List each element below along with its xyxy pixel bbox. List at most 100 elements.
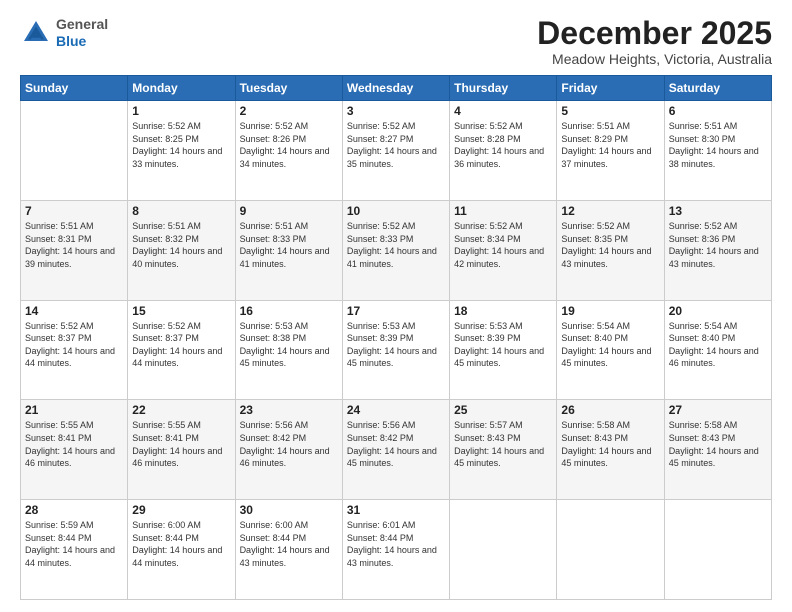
day-info-w2-d2: Sunrise: 5:53 AMSunset: 8:38 PMDaylight:… [240,320,338,370]
cell-w1-d3: 10 Sunrise: 5:52 AMSunset: 8:33 PMDayligh… [342,200,449,300]
day-info-w2-d4: Sunrise: 5:53 AMSunset: 8:39 PMDaylight:… [454,320,552,370]
day-number-w1-d3: 10 [347,204,445,218]
day-number-w2-d2: 16 [240,304,338,318]
cell-w3-d2: 23 Sunrise: 5:56 AMSunset: 8:42 PMDayligh… [235,400,342,500]
cell-w4-d0: 28 Sunrise: 5:59 AMSunset: 8:44 PMDayligh… [21,500,128,600]
day-info-w4-d2: Sunrise: 6:00 AMSunset: 8:44 PMDaylight:… [240,519,338,569]
day-info-w1-d6: Sunrise: 5:52 AMSunset: 8:36 PMDaylight:… [669,220,767,270]
day-info-w3-d1: Sunrise: 5:55 AMSunset: 8:41 PMDaylight:… [132,419,230,469]
day-number-w3-d6: 27 [669,403,767,417]
cell-w1-d0: 7Sunrise: 5:51 AMSunset: 8:31 PMDaylight… [21,200,128,300]
calendar-table: Sunday Monday Tuesday Wednesday Thursday… [20,75,772,600]
day-info-w0-d2: Sunrise: 5:52 AMSunset: 8:26 PMDaylight:… [240,120,338,170]
cell-w0-d1: 1 Sunrise: 5:52 AMSunset: 8:25 PMDaylight… [128,101,235,201]
cell-w0-d6: 6Sunrise: 5:51 AMSunset: 8:30 PMDaylight… [664,101,771,201]
day-number-w1-d2: 9 [240,204,338,218]
header-sunday: Sunday [21,76,128,101]
day-number-w3-d1: 22 [132,403,230,417]
cell-w2-d3: 17Sunrise: 5:53 AMSunset: 8:39 PMDayligh… [342,300,449,400]
week-row-1: 7Sunrise: 5:51 AMSunset: 8:31 PMDaylight… [21,200,772,300]
day-info-w2-d6: Sunrise: 5:54 AMSunset: 8:40 PMDaylight:… [669,320,767,370]
logo-blue: Blue [56,33,86,49]
day-number-w0-d3: 3 [347,104,445,118]
day-number-w2-d6: 20 [669,304,767,318]
day-info-w1-d1: Sunrise: 5:51 AMSunset: 8:32 PMDaylight:… [132,220,230,270]
cell-w4-d1: 29Sunrise: 6:00 AMSunset: 8:44 PMDayligh… [128,500,235,600]
header: General Blue December 2025 Meadow Height… [20,16,772,67]
cell-w3-d6: 27Sunrise: 5:58 AMSunset: 8:43 PMDayligh… [664,400,771,500]
day-number-w4-d0: 28 [25,503,123,517]
day-number-w2-d3: 17 [347,304,445,318]
week-row-4: 28 Sunrise: 5:59 AMSunset: 8:44 PMDayligh… [21,500,772,600]
day-number-w2-d5: 19 [561,304,659,318]
cell-w0-d5: 5Sunrise: 5:51 AMSunset: 8:29 PMDaylight… [557,101,664,201]
cell-w4-d2: 30 Sunrise: 6:00 AMSunset: 8:44 PMDayligh… [235,500,342,600]
cell-w2-d4: 18 Sunrise: 5:53 AMSunset: 8:39 PMDayligh… [450,300,557,400]
cell-w1-d2: 9Sunrise: 5:51 AMSunset: 8:33 PMDaylight… [235,200,342,300]
day-info-w4-d3: Sunrise: 6:01 AMSunset: 8:44 PMDaylight:… [347,519,445,569]
cell-w1-d6: 13 Sunrise: 5:52 AMSunset: 8:36 PMDayligh… [664,200,771,300]
day-info-w3-d2: Sunrise: 5:56 AMSunset: 8:42 PMDaylight:… [240,419,338,469]
header-wednesday: Wednesday [342,76,449,101]
day-number-w0-d1: 1 [132,104,230,118]
day-number-w1-d6: 13 [669,204,767,218]
day-info-w1-d4: Sunrise: 5:52 AMSunset: 8:34 PMDaylight:… [454,220,552,270]
week-row-2: 14Sunrise: 5:52 AMSunset: 8:37 PMDayligh… [21,300,772,400]
header-saturday: Saturday [664,76,771,101]
location: Meadow Heights, Victoria, Australia [537,51,772,67]
day-info-w2-d1: Sunrise: 5:52 AMSunset: 8:37 PMDaylight:… [132,320,230,370]
day-number-w0-d6: 6 [669,104,767,118]
day-info-w0-d1: Sunrise: 5:52 AMSunset: 8:25 PMDaylight:… [132,120,230,170]
cell-w2-d2: 16 Sunrise: 5:53 AMSunset: 8:38 PMDayligh… [235,300,342,400]
cell-w3-d5: 26 Sunrise: 5:58 AMSunset: 8:43 PMDayligh… [557,400,664,500]
day-number-w3-d2: 23 [240,403,338,417]
cell-w1-d1: 8 Sunrise: 5:51 AMSunset: 8:32 PMDaylight… [128,200,235,300]
day-info-w1-d5: Sunrise: 5:52 AMSunset: 8:35 PMDaylight:… [561,220,659,270]
day-number-w4-d1: 29 [132,503,230,517]
cell-w3-d1: 22 Sunrise: 5:55 AMSunset: 8:41 PMDayligh… [128,400,235,500]
cell-w2-d5: 19Sunrise: 5:54 AMSunset: 8:40 PMDayligh… [557,300,664,400]
header-tuesday: Tuesday [235,76,342,101]
day-number-w1-d1: 8 [132,204,230,218]
header-friday: Friday [557,76,664,101]
cell-w4-d4 [450,500,557,600]
cell-w1-d4: 11 Sunrise: 5:52 AMSunset: 8:34 PMDayligh… [450,200,557,300]
logo: General Blue [20,16,108,50]
day-number-w2-d4: 18 [454,304,552,318]
cell-w2-d6: 20 Sunrise: 5:54 AMSunset: 8:40 PMDayligh… [664,300,771,400]
day-number-w0-d4: 4 [454,104,552,118]
cell-w0-d2: 2 Sunrise: 5:52 AMSunset: 8:26 PMDaylight… [235,101,342,201]
week-row-0: 1 Sunrise: 5:52 AMSunset: 8:25 PMDaylight… [21,101,772,201]
day-info-w3-d4: Sunrise: 5:57 AMSunset: 8:43 PMDaylight:… [454,419,552,469]
day-number-w3-d5: 26 [561,403,659,417]
cell-w4-d3: 31Sunrise: 6:01 AMSunset: 8:44 PMDayligh… [342,500,449,600]
cell-w1-d5: 12Sunrise: 5:52 AMSunset: 8:35 PMDayligh… [557,200,664,300]
cell-w0-d0 [21,101,128,201]
cell-w3-d0: 21 Sunrise: 5:55 AMSunset: 8:41 PMDayligh… [21,400,128,500]
cell-w4-d6 [664,500,771,600]
day-number-w3-d0: 21 [25,403,123,417]
day-info-w0-d3: Sunrise: 5:52 AMSunset: 8:27 PMDaylight:… [347,120,445,170]
day-info-w3-d5: Sunrise: 5:58 AMSunset: 8:43 PMDaylight:… [561,419,659,469]
cell-w2-d0: 14Sunrise: 5:52 AMSunset: 8:37 PMDayligh… [21,300,128,400]
day-number-w0-d5: 5 [561,104,659,118]
day-number-w1-d4: 11 [454,204,552,218]
cell-w0-d4: 4Sunrise: 5:52 AMSunset: 8:28 PMDaylight… [450,101,557,201]
week-row-3: 21 Sunrise: 5:55 AMSunset: 8:41 PMDayligh… [21,400,772,500]
day-info-w4-d0: Sunrise: 5:59 AMSunset: 8:44 PMDaylight:… [25,519,123,569]
cell-w2-d1: 15 Sunrise: 5:52 AMSunset: 8:37 PMDayligh… [128,300,235,400]
day-info-w1-d3: Sunrise: 5:52 AMSunset: 8:33 PMDaylight:… [347,220,445,270]
page: General Blue December 2025 Meadow Height… [0,0,792,612]
header-thursday: Thursday [450,76,557,101]
day-info-w3-d3: Sunrise: 5:56 AMSunset: 8:42 PMDaylight:… [347,419,445,469]
day-number-w2-d1: 15 [132,304,230,318]
logo-general: General [56,16,108,32]
day-number-w0-d2: 2 [240,104,338,118]
day-number-w1-d0: 7 [25,204,123,218]
day-info-w3-d0: Sunrise: 5:55 AMSunset: 8:41 PMDaylight:… [25,419,123,469]
day-info-w2-d0: Sunrise: 5:52 AMSunset: 8:37 PMDaylight:… [25,320,123,370]
cell-w3-d3: 24Sunrise: 5:56 AMSunset: 8:42 PMDayligh… [342,400,449,500]
day-number-w4-d2: 30 [240,503,338,517]
weekday-header-row: Sunday Monday Tuesday Wednesday Thursday… [21,76,772,101]
month-title: December 2025 [537,16,772,51]
